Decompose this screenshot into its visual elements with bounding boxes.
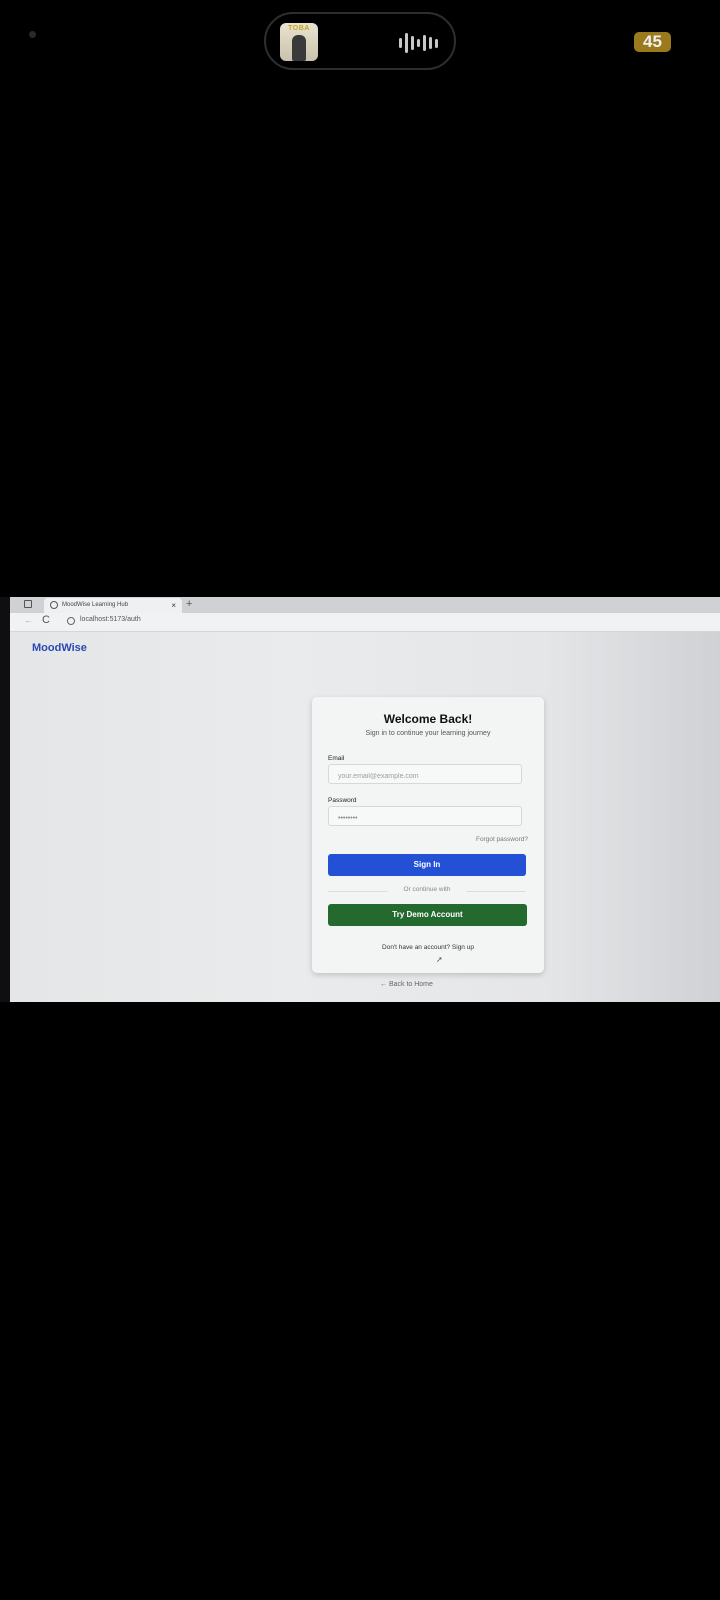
signup-link[interactable]: Don't have an account? Sign up xyxy=(312,944,544,951)
mouse-cursor-icon: ➚ xyxy=(436,955,443,964)
globe-icon xyxy=(50,601,58,609)
brand-logo[interactable]: MoodWise xyxy=(32,642,87,654)
login-title: Welcome Back! xyxy=(383,712,473,726)
site-info-icon[interactable] xyxy=(67,617,75,625)
url-text[interactable]: localhost:5173/auth xyxy=(80,616,141,623)
password-label: Password xyxy=(328,797,357,804)
demo-account-button[interactable]: Try Demo Account xyxy=(328,904,527,926)
browser-tab[interactable]: MoodWise Learning Hub × xyxy=(44,598,182,613)
password-input[interactable] xyxy=(329,809,521,828)
tab-bar: MoodWise Learning Hub × + xyxy=(10,597,720,614)
camera-dot xyxy=(29,31,36,38)
audio-waveform-icon xyxy=(399,32,438,54)
media-thumbnail-figure xyxy=(292,35,306,61)
media-thumbnail: TOBA xyxy=(280,23,318,61)
login-subtitle: Sign in to continue your learning journe… xyxy=(365,730,491,737)
phone-screen: TOBA 45 MoodWise Learning Hub × + ← C lo… xyxy=(0,0,720,1600)
email-field[interactable] xyxy=(328,764,522,786)
back-arrow-icon[interactable]: ← xyxy=(24,615,33,625)
media-thumbnail-text: TOBA xyxy=(288,25,310,32)
address-bar: ← C localhost:5173/auth xyxy=(10,613,720,632)
continue-divider: Or continue with xyxy=(328,886,526,893)
new-tab-button[interactable]: + xyxy=(186,597,192,611)
forgot-password-link[interactable]: Forgot password? xyxy=(476,836,528,843)
email-input[interactable] xyxy=(329,767,521,786)
laptop-screen-photo: MoodWise Learning Hub × + ← C localhost:… xyxy=(0,597,720,1002)
tab-title: MoodWise Learning Hub xyxy=(62,602,129,608)
back-to-home-link[interactable]: ← Back to Home xyxy=(10,981,720,988)
auth-page: MoodWise Welcome Back! Sign in to contin… xyxy=(10,632,720,1002)
tab-actions-icon[interactable] xyxy=(24,600,32,608)
email-label: Email xyxy=(328,755,345,762)
browser-window: MoodWise Learning Hub × + ← C localhost:… xyxy=(10,597,720,1002)
battery-indicator: 45 xyxy=(634,32,671,52)
sign-in-button[interactable]: Sign In xyxy=(328,854,526,876)
dynamic-island[interactable]: TOBA xyxy=(264,12,456,70)
password-field[interactable] xyxy=(328,806,522,828)
login-card: Welcome Back! Sign in to continue your l… xyxy=(312,697,544,973)
tab-close-icon[interactable]: × xyxy=(171,598,176,613)
reload-icon[interactable]: C xyxy=(42,614,50,626)
